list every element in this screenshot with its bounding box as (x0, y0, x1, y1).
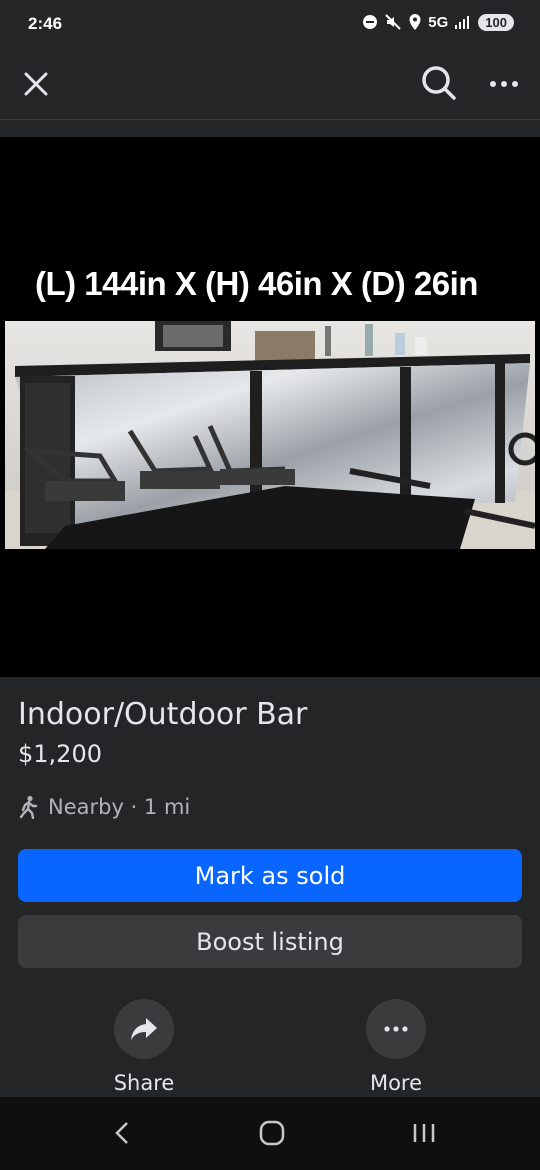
do-not-disturb-icon (363, 15, 378, 29)
listing-price: $1,200 (18, 740, 102, 768)
location-icon (409, 14, 421, 30)
share-action[interactable]: Share (84, 999, 204, 1095)
mark-as-sold-label: Mark as sold (194, 861, 346, 890)
recents-icon (413, 1124, 435, 1142)
share-circle[interactable] (114, 999, 174, 1059)
status-icons: 5G 100 (362, 13, 514, 31)
listing-title: Indoor/Outdoor Bar (18, 697, 308, 732)
status-time: 2:46 (28, 14, 63, 33)
battery-indicator: 100 (478, 13, 514, 31)
bar-photo (5, 321, 535, 549)
home-icon (259, 1120, 285, 1146)
search-button[interactable] (416, 60, 462, 106)
location-text: Nearby · 1 mi (48, 795, 191, 819)
listing-location: Nearby · 1 mi (18, 795, 190, 819)
more-action[interactable]: More (336, 999, 456, 1095)
boost-listing-label: Boost listing (196, 927, 344, 956)
bar-photo-illustration (5, 321, 535, 549)
more-circle[interactable] (366, 999, 426, 1059)
share-label: Share (113, 1071, 175, 1095)
close-icon (24, 72, 48, 96)
signal-icon (455, 16, 470, 29)
more-horizontal-icon (384, 1026, 408, 1032)
nav-recents-button[interactable] (394, 1111, 454, 1155)
close-button[interactable] (14, 62, 58, 106)
listing-details: Indoor/Outdoor Bar $1,200 Nearby · 1 mi … (0, 677, 540, 1097)
nav-home-button[interactable] (242, 1111, 302, 1155)
back-icon (115, 1122, 128, 1144)
dimensions-caption: (L) 144in X (H) 46in X (D) 26in (35, 265, 478, 302)
share-arrow-icon (131, 1018, 157, 1040)
top-bar (0, 50, 540, 120)
mute-icon (385, 14, 401, 30)
network-label: 5G (428, 13, 449, 31)
more-horizontal-icon (490, 81, 518, 87)
listing-image[interactable]: (L) 144in X (H) 46in X (D) 26in (0, 121, 540, 677)
status-bar: 2:46 5G 100 (0, 0, 540, 50)
walking-person-icon (19, 795, 38, 819)
more-label: More (369, 1071, 423, 1095)
nav-back-button[interactable] (92, 1111, 152, 1155)
mark-as-sold-button[interactable]: Mark as sold (18, 849, 522, 902)
system-nav-bar (0, 1097, 540, 1170)
search-icon (422, 66, 456, 100)
more-options-button[interactable] (482, 62, 526, 106)
boost-listing-button[interactable]: Boost listing (18, 915, 522, 968)
image-top-band (0, 121, 540, 137)
